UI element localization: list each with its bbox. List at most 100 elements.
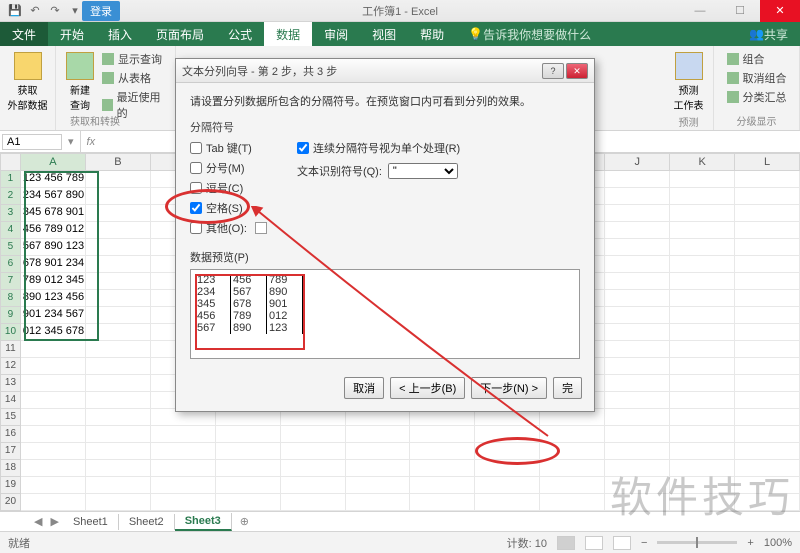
finish-button[interactable]: 完 (553, 377, 582, 399)
cell[interactable] (735, 324, 800, 341)
delim-comma-checkbox[interactable]: 逗号(C) (190, 179, 267, 197)
cell[interactable] (216, 477, 281, 494)
cancel-button[interactable]: 取消 (344, 377, 384, 399)
forecast-button[interactable]: 预测 工作表 (670, 50, 708, 114)
cell[interactable] (86, 392, 151, 409)
cell[interactable] (735, 477, 800, 494)
row-header-1[interactable]: 1 (0, 171, 21, 188)
cell[interactable] (735, 188, 800, 205)
cell[interactable] (151, 443, 216, 460)
cell[interactable] (21, 392, 86, 409)
cell[interactable] (410, 460, 475, 477)
from-table-button[interactable]: 从表格 (98, 69, 169, 87)
cell[interactable] (735, 256, 800, 273)
cell[interactable] (670, 273, 735, 290)
cell[interactable] (540, 426, 605, 443)
cell[interactable] (216, 460, 281, 477)
cell[interactable] (605, 426, 670, 443)
cell[interactable] (605, 460, 670, 477)
cell[interactable]: 901 234 567 (21, 307, 86, 324)
cell[interactable] (86, 341, 151, 358)
cell[interactable] (86, 324, 151, 341)
zoom-slider[interactable] (657, 541, 737, 544)
row-header-17[interactable]: 17 (0, 443, 21, 460)
cell[interactable] (735, 375, 800, 392)
cell[interactable] (346, 443, 411, 460)
login-button[interactable]: 登录 (82, 1, 120, 21)
cell[interactable] (86, 409, 151, 426)
cell[interactable] (670, 307, 735, 324)
cell[interactable] (735, 494, 800, 511)
cell[interactable] (21, 460, 86, 477)
dialog-help-icon[interactable]: ? (542, 63, 564, 79)
cell[interactable] (21, 341, 86, 358)
row-header-20[interactable]: 20 (0, 494, 21, 511)
text-qualifier-select[interactable]: " (388, 163, 458, 179)
cell[interactable] (346, 426, 411, 443)
cell[interactable] (670, 392, 735, 409)
view-layout-icon[interactable] (585, 536, 603, 550)
row-header-14[interactable]: 14 (0, 392, 21, 409)
cell[interactable] (475, 460, 540, 477)
cell[interactable] (151, 460, 216, 477)
row-header-10[interactable]: 10 (0, 324, 21, 341)
tab-insert[interactable]: 插入 (96, 22, 144, 46)
cell[interactable] (281, 477, 346, 494)
cell[interactable] (151, 494, 216, 511)
cell[interactable] (540, 443, 605, 460)
cell[interactable] (346, 494, 411, 511)
namebox-dropdown-icon[interactable]: ▾ (62, 135, 80, 148)
cell[interactable] (86, 188, 151, 205)
cell[interactable] (670, 290, 735, 307)
cell[interactable] (605, 290, 670, 307)
cell[interactable] (21, 409, 86, 426)
cell[interactable] (670, 426, 735, 443)
cell[interactable] (86, 460, 151, 477)
col-header-B[interactable]: B (86, 153, 151, 171)
cell[interactable] (735, 409, 800, 426)
dialog-title-bar[interactable]: 文本分列向导 - 第 2 步，共 3 步 ? ✕ (176, 59, 594, 83)
cell[interactable] (670, 443, 735, 460)
cell[interactable] (216, 443, 281, 460)
tell-me[interactable]: 💡 告诉我你想要做什么 (456, 22, 603, 46)
cell[interactable] (670, 494, 735, 511)
sheet-nav-prev-icon[interactable]: ◀ (30, 515, 46, 528)
cell[interactable] (475, 494, 540, 511)
cell[interactable] (475, 443, 540, 460)
cell[interactable] (346, 477, 411, 494)
row-header-15[interactable]: 15 (0, 409, 21, 426)
row-header-12[interactable]: 12 (0, 358, 21, 375)
cell[interactable]: 012 345 678 (21, 324, 86, 341)
cell[interactable] (86, 477, 151, 494)
zoom-out-icon[interactable]: − (641, 537, 647, 549)
view-normal-icon[interactable] (557, 536, 575, 550)
cell[interactable] (735, 273, 800, 290)
cell[interactable] (735, 341, 800, 358)
row-header-8[interactable]: 8 (0, 290, 21, 307)
new-query-button[interactable]: 新建 查询 (62, 50, 98, 114)
cell[interactable] (86, 273, 151, 290)
col-header-A[interactable]: A (21, 153, 86, 171)
cell[interactable] (21, 494, 86, 511)
cell[interactable] (540, 460, 605, 477)
cell[interactable] (670, 205, 735, 222)
cell[interactable] (735, 171, 800, 188)
cell[interactable] (281, 443, 346, 460)
cell[interactable]: 890 123 456 (21, 290, 86, 307)
cell[interactable] (735, 290, 800, 307)
cell[interactable] (605, 477, 670, 494)
cell[interactable] (86, 375, 151, 392)
cell[interactable] (670, 460, 735, 477)
col-header-L[interactable]: L (735, 153, 800, 171)
cell[interactable] (605, 443, 670, 460)
minimize-icon[interactable]: — (680, 0, 720, 22)
share-button[interactable]: 👥 共享 (737, 22, 800, 46)
delim-semicolon-checkbox[interactable]: 分号(M) (190, 159, 267, 177)
cell[interactable] (670, 222, 735, 239)
cell[interactable] (670, 341, 735, 358)
cell[interactable] (86, 426, 151, 443)
get-external-data-button[interactable]: 获取 外部数据 (4, 50, 52, 114)
select-all-corner[interactable] (0, 153, 21, 171)
cell[interactable] (735, 426, 800, 443)
cell[interactable] (86, 494, 151, 511)
